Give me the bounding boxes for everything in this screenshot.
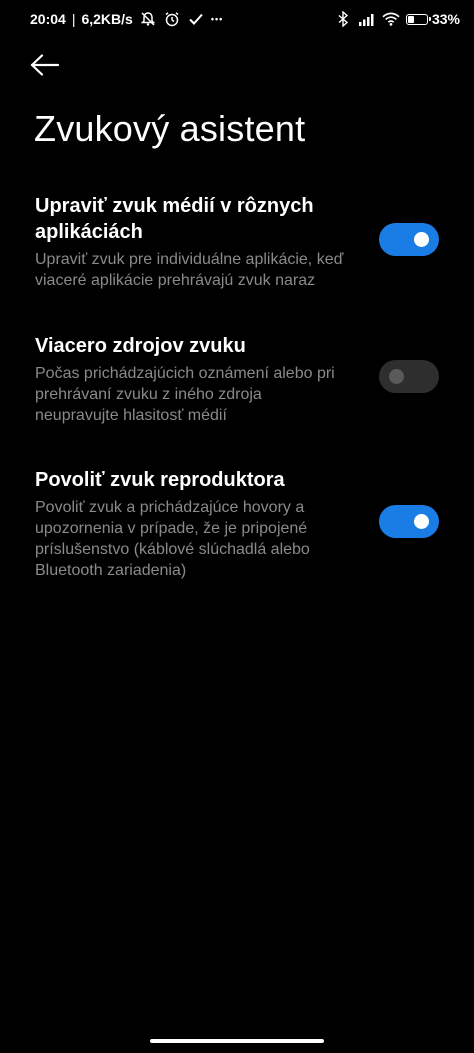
more-notifications-indicator: ••• (210, 14, 224, 24)
arrow-left-icon (30, 53, 60, 81)
status-bar-left: 20:04 | 6,2KB/s ••• (30, 10, 223, 28)
setting-title: Viacero zdrojov zvuku (35, 335, 246, 357)
multiple-audio-sources-toggle[interactable] (379, 360, 439, 393)
battery-indicator: 33% (405, 11, 460, 27)
battery-percent-sign: % (447, 11, 460, 27)
signal-icon (358, 10, 376, 28)
check-icon (187, 10, 205, 28)
setting-description: Povoliť zvuk a prichádzajúce hovory a up… (35, 499, 310, 579)
gesture-navigation-bar[interactable] (150, 1039, 324, 1043)
setting-description: Počas prichádzajúcich oznámení alebo pri… (35, 365, 335, 424)
status-separator: | (71, 11, 76, 27)
battery-percent: 33 (431, 11, 448, 27)
toggle-knob (389, 369, 404, 384)
allow-speaker-sound-toggle[interactable] (379, 505, 439, 538)
toggle-knob (414, 232, 429, 247)
alarm-icon (163, 10, 181, 28)
back-button[interactable] (30, 50, 70, 84)
toggle-knob (414, 514, 429, 529)
status-time: 20:04 (30, 11, 66, 27)
wifi-icon (382, 10, 400, 28)
setting-description: Upraviť zvuk pre individuálne aplikácie,… (35, 251, 344, 289)
battery-fill (407, 15, 414, 23)
status-bar: 20:04 | 6,2KB/s ••• 33% (0, 0, 474, 38)
do-not-disturb-icon (139, 10, 157, 28)
setting-title: Povoliť zvuk reproduktora (35, 469, 285, 491)
bluetooth-icon (334, 10, 352, 28)
battery-icon (405, 13, 431, 25)
setting-title: Upraviť zvuk médií v rôznych aplikáciách (35, 195, 314, 243)
battery-cap (428, 16, 431, 21)
adjust-media-volume-toggle[interactable] (379, 223, 439, 256)
status-bar-right: 33% (334, 10, 460, 28)
network-speed: 6,2KB/s (81, 11, 133, 27)
page-title: Zvukový asistent (34, 108, 306, 149)
